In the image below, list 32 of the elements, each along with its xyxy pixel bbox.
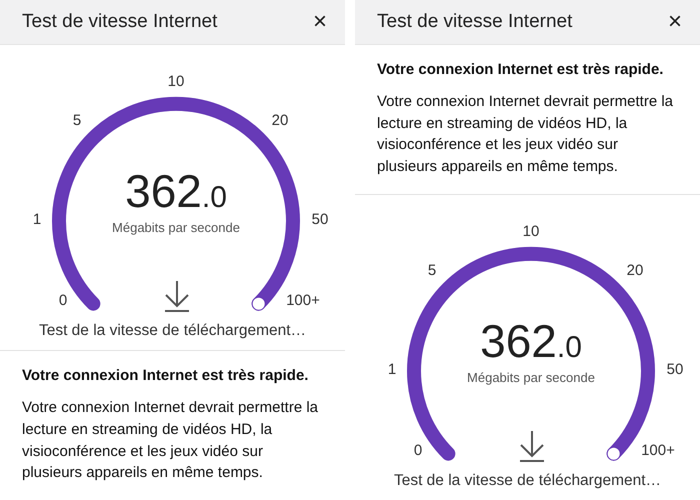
panel-title: Test de vitesse Internet	[377, 10, 572, 34]
scale-label: 1	[32, 211, 42, 228]
download-icon	[520, 430, 544, 462]
scale-label: 100+	[286, 292, 320, 309]
unit-label: Mégabits par seconde	[467, 370, 595, 385]
scale-label: 50	[666, 360, 684, 378]
unit-label: Mégabits par seconde	[112, 220, 240, 235]
scale-label: 20	[626, 262, 644, 279]
scale-label: 0	[414, 442, 422, 459]
download-icon	[165, 280, 189, 312]
scale-label: 100+	[641, 442, 675, 459]
panel-title: Test de vitesse Internet	[22, 10, 218, 34]
speed-value: 362.0	[480, 314, 582, 367]
message-heading: Votre connexion Internet est très rapide.	[377, 60, 664, 80]
message-text: Votre connexion Internet devrait permettre la lecture en streaming de vidéos HD, la visioconférence et les jeux vidéo sur plusieurs appareils en même temps.	[22, 398, 320, 484]
scale-label: 10	[168, 73, 184, 90]
scale-label: 5	[72, 112, 82, 129]
status-text: Test de la vitesse de téléchargement…	[392, 470, 662, 491]
speed-value: 362.0	[125, 165, 227, 217]
scale-label: 20	[272, 112, 288, 129]
close-button[interactable]: ×	[308, 10, 331, 34]
scale-label: 10	[522, 222, 540, 240]
gauge-thumb	[606, 446, 621, 460]
scale-label: 50	[312, 211, 328, 228]
scale-label: 5	[428, 262, 436, 279]
close-button[interactable]: ×	[664, 10, 686, 34]
status-text: Test de la vitesse de téléchargement…	[38, 321, 308, 341]
message-heading: Votre connexion Internet est très rapide.	[22, 366, 310, 386]
scale-label: 1	[388, 360, 396, 378]
scale-label: 0	[58, 292, 68, 309]
gauge-thumb	[252, 296, 266, 311]
message-text: Votre connexion Internet devrait permettre la lecture en streaming de vidéos HD, la visioconférence et les jeux vidéo sur plusieurs appareils en même temps.	[377, 92, 674, 177]
